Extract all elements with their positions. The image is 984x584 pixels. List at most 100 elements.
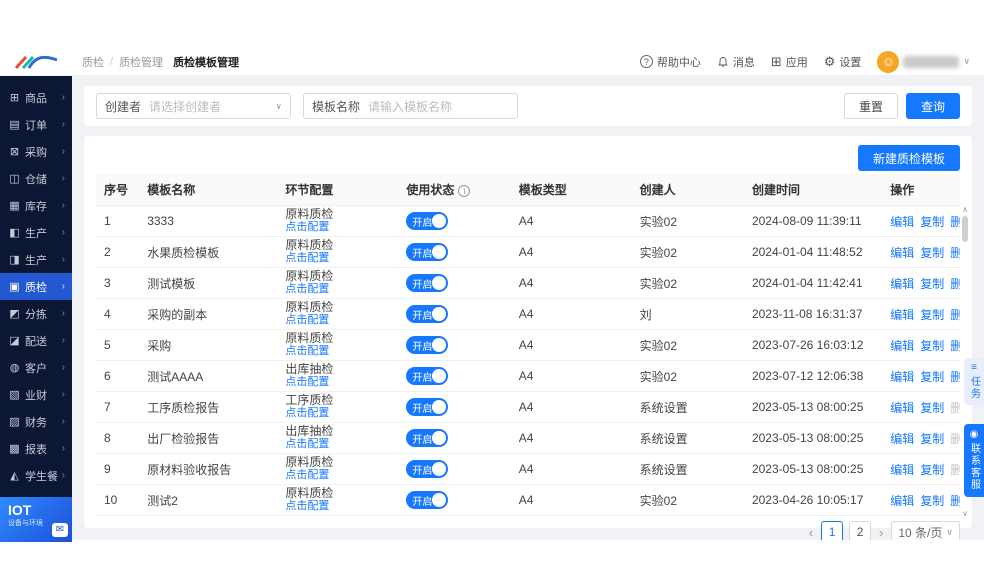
edit-link[interactable]: 编辑 [890,370,914,384]
sidebar-item-customers[interactable]: ◍客户› [0,354,72,381]
delete-link[interactable]: 删除 [950,308,960,322]
sidebar-item-finance[interactable]: ▨财务› [0,408,72,435]
configure-link[interactable]: 点击配置 [285,252,390,265]
sidebar-item-orders[interactable]: ▤订单› [0,111,72,138]
help-center-button[interactable]: ? 帮助中心 [640,54,701,70]
breadcrumb-sub[interactable]: 质检管理 [119,54,163,70]
copy-link[interactable]: 复制 [920,401,944,415]
edit-link[interactable]: 编辑 [890,494,914,508]
configure-link[interactable]: 点击配置 [285,407,390,420]
table-row: 7工序质检报告工序质检点击配置开启A4系统设置2023-05-13 08:00:… [96,392,960,423]
edit-link[interactable]: 编辑 [890,277,914,291]
next-page-button[interactable]: › [877,525,885,540]
sidebar-item-warehouse[interactable]: ◫仓储› [0,165,72,192]
scroll-down-icon[interactable]: ∨ [962,510,968,518]
table-row: 6测试AAAA出库抽检点击配置开启A4实验022023-07-12 12:06:… [96,361,960,392]
edit-link[interactable]: 编辑 [890,463,914,477]
chevron-down-icon: ∨ [946,527,953,538]
status-toggle[interactable]: 开启 [406,491,448,509]
reset-button[interactable]: 重置 [844,93,898,119]
created-time-cell: 2023-05-13 08:00:25 [744,454,882,485]
copy-link[interactable]: 复制 [920,463,944,477]
sidebar-item-goods[interactable]: ⊞商品› [0,84,72,111]
stage-name: 原料质检 [285,332,390,345]
status-toggle[interactable]: 开启 [406,460,448,478]
status-toggle[interactable]: 开启 [406,212,448,230]
status-toggle[interactable]: 开启 [406,305,448,323]
status-toggle[interactable]: 开启 [406,429,448,447]
configure-link[interactable]: 点击配置 [285,221,390,234]
search-button[interactable]: 查询 [906,93,960,119]
table-row: 5采购原料质检点击配置开启A4实验022023-07-26 16:03:12编辑… [96,330,960,361]
sidebar-item-biz-finance[interactable]: ▧业财› [0,381,72,408]
settings-button[interactable]: ⚙ 设置 [824,54,862,70]
apps-button[interactable]: ⊞ 应用 [771,54,808,70]
copy-link[interactable]: 复制 [920,432,944,446]
scroll-up-icon[interactable]: ∧ [962,206,968,214]
contact-support-tab[interactable]: ◉ 联系客服 [964,424,984,497]
edit-link[interactable]: 编辑 [890,246,914,260]
sidebar-item-delivery[interactable]: ◪配送› [0,327,72,354]
delete-link[interactable]: 删除 [950,370,960,384]
edit-link[interactable]: 编辑 [890,401,914,415]
status-toggle[interactable]: 开启 [406,367,448,385]
configure-link[interactable]: 点击配置 [285,345,390,358]
edit-link[interactable]: 编辑 [890,308,914,322]
configure-link[interactable]: 点击配置 [285,500,390,513]
creator-cell: 实验02 [632,485,744,516]
page-button-1[interactable]: 1 [821,521,843,540]
copy-link[interactable]: 复制 [920,339,944,353]
sidebar-item-student-meals[interactable]: ◭学生餐› [0,462,72,489]
sidebar-item-production2[interactable]: ◨生产› [0,246,72,273]
tasks-panel-tab[interactable]: ≡ 任务 [964,358,984,405]
edit-link[interactable]: 编辑 [890,432,914,446]
messages-button[interactable]: 消息 [717,54,755,70]
column-header-7: 操作 [882,174,960,206]
sidebar-item-quality[interactable]: ▣质检› [0,273,72,300]
breadcrumb-section[interactable]: 质检 [82,54,104,70]
status-cell: 开启 [398,268,510,299]
page-size-select[interactable]: 10 条/页 ∨ [891,521,960,540]
status-toggle[interactable]: 开启 [406,398,448,416]
page-button-2[interactable]: 2 [849,521,871,540]
copy-link[interactable]: 复制 [920,246,944,260]
toggle-on-label: 开启 [412,245,432,260]
template-name-cell: 工序质检报告 [139,392,277,423]
copy-link[interactable]: 复制 [920,308,944,322]
configure-link[interactable]: 点击配置 [285,376,390,389]
status-toggle[interactable]: 开启 [406,243,448,261]
sidebar-item-purchase[interactable]: ⊠采购› [0,138,72,165]
sidebar-item-sorting[interactable]: ◩分拣› [0,300,72,327]
delete-link[interactable]: 删除 [950,215,960,229]
delete-link[interactable]: 删除 [950,339,960,353]
sidebar-item-reports[interactable]: ▩报表› [0,435,72,462]
status-toggle[interactable]: 开启 [406,274,448,292]
configure-link[interactable]: 点击配置 [285,314,390,327]
toggle-knob [432,307,446,321]
configure-link[interactable]: 点击配置 [285,469,390,482]
prev-page-button[interactable]: ‹ [807,525,815,540]
new-template-button[interactable]: 新建质检模板 [858,145,960,171]
table-row: 10测试2原料质检点击配置开启A4实验022023-04-26 10:05:17… [96,485,960,516]
copy-link[interactable]: 复制 [920,370,944,384]
delete-link[interactable]: 删除 [950,277,960,291]
copy-link[interactable]: 复制 [920,494,944,508]
sidebar-item-inventory[interactable]: ▦库存› [0,192,72,219]
toggle-knob [432,245,446,259]
user-menu[interactable]: ☺ ∨ [877,51,970,73]
copy-link[interactable]: 复制 [920,277,944,291]
production-icon: ◧ [7,226,22,239]
table-toolbar: 新建质检模板 [96,142,960,174]
configure-link[interactable]: 点击配置 [285,283,390,296]
copy-link[interactable]: 复制 [920,215,944,229]
scrollbar-thumb[interactable] [962,216,968,242]
template-name-input[interactable]: 模板名称 请输入模板名称 [303,93,518,119]
delete-link[interactable]: 删除 [950,246,960,260]
creator-select[interactable]: 创建者 请选择创建者 ∨ [96,93,291,119]
status-toggle[interactable]: 开启 [406,336,448,354]
edit-link[interactable]: 编辑 [890,215,914,229]
edit-link[interactable]: 编辑 [890,339,914,353]
delete-link[interactable]: 删除 [950,494,960,508]
sidebar-item-production[interactable]: ◧生产› [0,219,72,246]
configure-link[interactable]: 点击配置 [285,438,390,451]
